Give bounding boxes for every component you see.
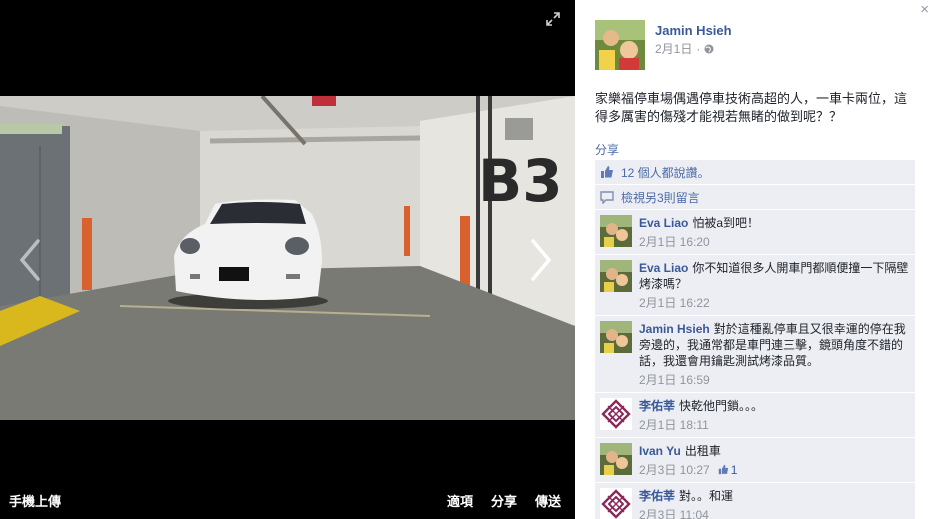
- comment-timestamp[interactable]: 2月1日 18:11: [639, 416, 709, 433]
- mobile-upload-label[interactable]: 手機上傳: [9, 491, 61, 510]
- thumbs-up-icon: [718, 464, 728, 475]
- commenter-avatar[interactable]: [600, 398, 632, 430]
- comment-text: 出租車: [684, 444, 721, 458]
- share-button[interactable]: 分享: [491, 491, 517, 510]
- commenter-name[interactable]: Ivan Yu: [639, 444, 681, 458]
- fullscreen-icon[interactable]: [546, 12, 560, 26]
- comment-item: Eva Liao 怕被a到吧！ 2月1日 16:20: [595, 210, 915, 255]
- commenter-name[interactable]: 李佑莘: [639, 399, 675, 413]
- comment-item: Ivan Yu 出租車 2月3日 10:27 1: [595, 438, 915, 483]
- comment-bubble-icon: [600, 191, 614, 204]
- next-photo-arrow-icon[interactable]: [527, 237, 555, 283]
- likes-row[interactable]: 12 個人都說讚。: [595, 160, 915, 185]
- comment-item: 李佑莘 快乾他門鎖。。。 2月1日 18:11: [595, 393, 915, 438]
- comment-like-number: 1: [730, 462, 738, 477]
- options-button[interactable]: 適項: [447, 491, 473, 510]
- post-text: 家樂福停車場偶遇停車技術高超的人，一車卡兩位，這得多厲害的傷殘才能視若無睹的做到…: [595, 91, 908, 124]
- commenter-name[interactable]: Eva Liao: [639, 261, 688, 275]
- comment-timestamp[interactable]: 2月1日 16:20: [639, 233, 710, 250]
- thumbs-up-icon: [601, 166, 613, 178]
- meta-separator: ·: [696, 41, 701, 56]
- commenter-name[interactable]: Eva Liao: [639, 216, 688, 230]
- commenter-avatar[interactable]: [600, 215, 632, 247]
- close-icon[interactable]: ×: [920, 2, 929, 18]
- post-date[interactable]: 2月1日: [655, 40, 692, 57]
- comment-item: 李佑莘 對。。和運 2月3日 11:04: [595, 483, 915, 519]
- send-button[interactable]: 傳送: [535, 491, 561, 510]
- author-avatar[interactable]: [595, 20, 645, 70]
- post-meta: 2月1日 ·: [655, 40, 714, 57]
- comment-timestamp[interactable]: 2月1日 16:22: [639, 294, 710, 311]
- commenter-avatar[interactable]: [600, 443, 632, 475]
- comment-text: 對。。和運: [679, 489, 734, 503]
- comment-item: Jamin Hsieh 對於這種亂停車且又很幸運的停在我旁邊的，我通常都是車門連三…: [595, 316, 915, 393]
- ufi-feed: 12 個人都說讚。 檢視另3則留言 Eva Liao 怕被a到吧！ 2月1日 16:…: [595, 160, 915, 519]
- globe-privacy-icon[interactable]: [704, 44, 714, 54]
- parking-photo[interactable]: B3: [0, 96, 575, 420]
- comment-like-count[interactable]: 1: [718, 462, 738, 477]
- commenter-name[interactable]: Jamin Hsieh: [639, 322, 710, 336]
- comment-timestamp[interactable]: 2月3日 11:04: [639, 506, 709, 519]
- previous-photo-arrow-icon[interactable]: [16, 237, 44, 283]
- post-panel: × Jamin Hsieh 2月1日 · 家樂福停車場偶遇停車技術高超的人，一車…: [575, 0, 935, 519]
- photo-stage: B3 手機上傳 適項 分享 傳送: [0, 0, 575, 519]
- view-more-comments-link[interactable]: 檢視另3則留言: [621, 189, 700, 206]
- comment-text: 快乾他門鎖。。。: [679, 399, 764, 413]
- commenter-avatar[interactable]: [600, 321, 632, 353]
- level-sign: B3: [478, 147, 563, 215]
- commenter-avatar[interactable]: [600, 260, 632, 292]
- commenter-avatar[interactable]: [600, 488, 632, 519]
- comment-timestamp[interactable]: 2月1日 16:59: [639, 371, 710, 388]
- photo-actions: 適項 分享 傳送: [447, 491, 561, 510]
- share-link[interactable]: 分享: [595, 141, 619, 158]
- comment-timestamp[interactable]: 2月3日 10:27: [639, 461, 710, 478]
- comment-text: 怕被a到吧！: [692, 216, 760, 230]
- likes-count-text[interactable]: 12 個人都說讚。: [621, 164, 710, 181]
- view-more-comments-row[interactable]: 檢視另3則留言: [595, 185, 915, 210]
- commenter-name[interactable]: 李佑莘: [639, 489, 675, 503]
- author-name[interactable]: Jamin Hsieh: [655, 23, 732, 38]
- comment-item: Eva Liao 你不知道很多人開車門都順便撞一下隔壁烤漆嗎？ 2月1日 16:22: [595, 255, 915, 316]
